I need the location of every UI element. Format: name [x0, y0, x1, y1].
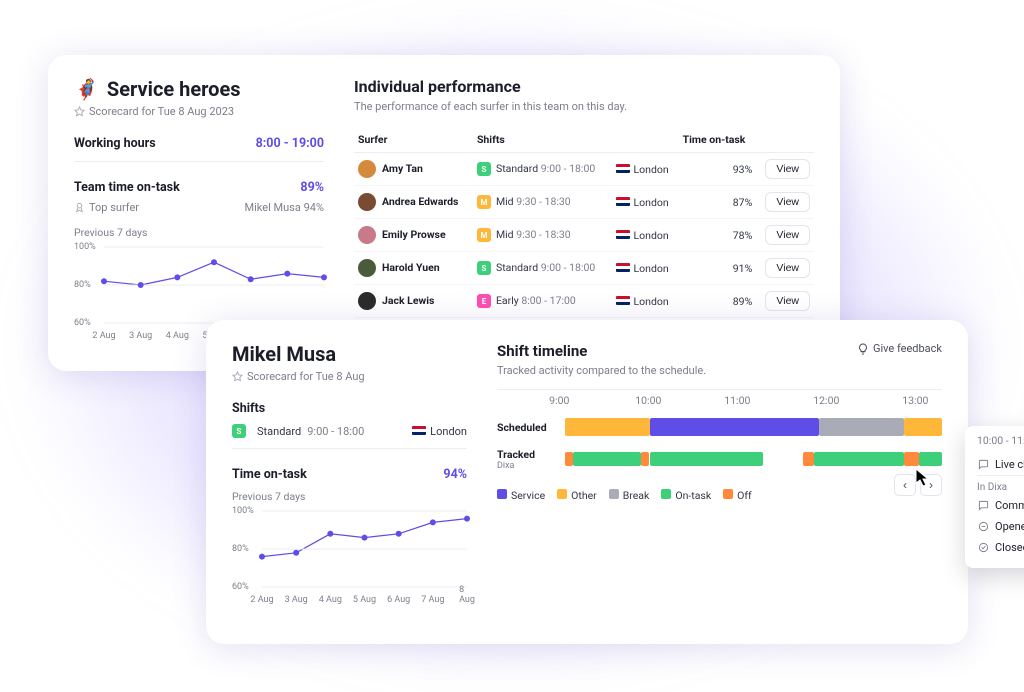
activity-popover: 10:00 - 11:17 Live chat ⚡ In Dixa ✓ On-t…: [965, 426, 1024, 568]
give-feedback-button[interactable]: Give feedback: [857, 342, 942, 355]
uk-flag-icon: [616, 164, 630, 173]
hero-emoji: 🦸: [74, 77, 99, 101]
shift-badge: M: [477, 195, 491, 209]
individual-perf-desc: The performance of each surfer in this t…: [354, 100, 814, 113]
medal-icon: [74, 202, 85, 213]
table-row[interactable]: Amy Tan SStandard 9:00 - 18:00 London 93…: [354, 153, 814, 186]
surfer-scorecard-card: Mikel Musa Scorecard for Tue 8 Aug Shift…: [206, 320, 968, 644]
scheduled-label: Scheduled: [497, 421, 565, 434]
view-button[interactable]: View: [765, 258, 810, 278]
legend-item: On-task: [661, 489, 711, 502]
surfer-name: Mikel Musa: [232, 342, 467, 366]
popover-time-range: 10:00 - 11:17: [977, 434, 1024, 447]
table-row[interactable]: Emily Prowse MMid 9:30 - 18:30 London 78…: [354, 219, 814, 252]
avatar: [358, 292, 376, 310]
opened-icon: [977, 521, 989, 533]
uk-flag-icon: [616, 296, 630, 305]
popover-stat-row: Opened 12: [977, 516, 1024, 537]
time-on-task-value: 94%: [443, 467, 467, 482]
view-button[interactable]: View: [765, 159, 810, 179]
individual-perf-title: Individual performance: [354, 77, 814, 96]
legend-item: Service: [497, 489, 545, 502]
shift-badge: E: [477, 294, 491, 308]
legend-item: Off: [723, 489, 752, 502]
shift-badge: S: [477, 162, 491, 176]
timeline-desc: Tracked activity compared to the schedul…: [497, 364, 942, 377]
surfer-trend-chart: 100%80%60%2 Aug3 Aug4 Aug5 Aug6 Aug7 Aug…: [232, 511, 467, 601]
working-hours-value: 8:00 - 19:00: [256, 136, 324, 151]
star-icon: [74, 106, 85, 117]
closed-icon: [977, 542, 989, 554]
team-time-value: 89%: [300, 180, 324, 195]
comments-icon: [977, 500, 989, 512]
tracked-label: Tracked Dixa: [497, 448, 565, 471]
uk-flag-icon: [412, 426, 426, 435]
view-button[interactable]: View: [765, 192, 810, 212]
uk-flag-icon: [616, 263, 630, 272]
avatar: [358, 193, 376, 211]
uk-flag-icon: [616, 197, 630, 206]
shifts-label: Shifts: [232, 401, 265, 416]
surfer-scorecard-date: Scorecard for Tue 8 Aug: [232, 370, 467, 383]
tracked-bar[interactable]: [565, 450, 942, 468]
bulb-icon: [857, 343, 869, 355]
chat-icon: [977, 458, 989, 470]
team-card-title: 🦸 Service heroes: [74, 77, 324, 101]
top-surfer-value: Mikel Musa 94%: [245, 201, 324, 214]
scheduled-bar: [565, 418, 942, 436]
star-icon: [232, 371, 243, 382]
prev7-label: Previous 7 days: [74, 226, 324, 239]
surfer-table: Surfer Shifts Time on-task Amy Tan SStan…: [354, 127, 814, 351]
shift-badge: S: [232, 424, 246, 438]
team-time-label: Team time on-task: [74, 180, 180, 195]
popover-stat-row: Closed 8: [977, 537, 1024, 558]
avatar: [358, 226, 376, 244]
timeline-prev-button[interactable]: ‹: [894, 474, 916, 496]
popover-stat-row: Comments 24: [977, 495, 1024, 516]
avatar: [358, 259, 376, 277]
working-hours-label: Working hours: [74, 136, 156, 151]
table-row[interactable]: Harold Yuen SStandard 9:00 - 18:00 Londo…: [354, 252, 814, 285]
table-row[interactable]: Andrea Edwards MMid 9:30 - 18:30 London …: [354, 186, 814, 219]
view-button[interactable]: View: [765, 225, 810, 245]
shift-badge: S: [477, 261, 491, 275]
avatar: [358, 160, 376, 178]
legend-item: Other: [557, 489, 597, 502]
table-row[interactable]: Jack Lewis EEarly 8:00 - 17:00 London 89…: [354, 285, 814, 318]
legend-item: Break: [609, 489, 650, 502]
time-on-task-label: Time on-task: [232, 467, 307, 482]
scorecard-date: Scorecard for Tue 8 Aug 2023: [74, 105, 324, 118]
uk-flag-icon: [616, 230, 630, 239]
shift-badge: M: [477, 228, 491, 242]
view-button[interactable]: View: [765, 291, 810, 311]
timeline-next-button[interactable]: ›: [920, 474, 942, 496]
prev7-label2: Previous 7 days: [232, 490, 467, 503]
